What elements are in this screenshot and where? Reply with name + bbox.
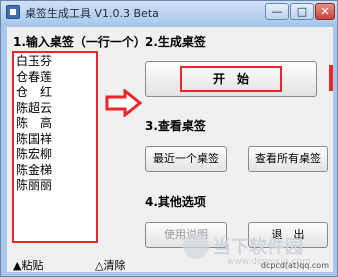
clear-link[interactable]: △清除 <box>95 257 125 273</box>
client-area: 1.输入桌签（一行一个） 白玉芬 仓春莲 仓 红 陈超云 陈 高 陈国祥 陈宏柳… <box>7 27 333 272</box>
title-bar[interactable]: 桌签生成工具 V1.0.3 Beta — □ ✕ <box>1 1 337 23</box>
paste-link[interactable]: ▲粘贴 <box>13 257 43 273</box>
highlight-marker <box>329 65 333 91</box>
name-line: 陈超云 <box>16 100 53 115</box>
name-line: 仓 红 <box>16 85 53 99</box>
red-arrow-icon <box>105 89 143 117</box>
author-email: dcpcd(at)qq.com <box>260 261 329 270</box>
input-section-label: 1.输入桌签（一行一个） <box>13 35 146 49</box>
maximize-button[interactable]: □ <box>290 3 314 20</box>
name-line: 陈国祥 <box>16 131 53 146</box>
name-line: 白玉芬 <box>16 54 53 68</box>
name-line: 陈金梯 <box>16 162 53 177</box>
name-line: 陈 高 <box>16 116 53 130</box>
names-input[interactable]: 白玉芬 仓春莲 仓 红 陈超云 陈 高 陈国祥 陈宏柳 陈金梯 陈丽丽 <box>12 51 98 243</box>
view-section-label: 3.查看桌签 <box>145 119 206 133</box>
close-button[interactable]: ✕ <box>315 3 335 20</box>
last-label-button[interactable]: 最近一个桌签 <box>145 146 227 172</box>
name-line: 仓春莲 <box>16 69 53 84</box>
minimize-button[interactable]: — <box>265 3 289 20</box>
watermark-logo <box>183 233 209 259</box>
window-title: 桌签生成工具 V1.0.3 Beta <box>25 7 159 20</box>
watermark-name: 当下软件园 <box>213 237 303 258</box>
generate-section-label: 2.生成桌签 <box>145 35 206 49</box>
app-window: 桌签生成工具 V1.0.3 Beta — □ ✕ 1.输入桌签（一行一个） 白玉… <box>0 0 338 277</box>
app-icon <box>6 5 20 19</box>
other-section-label: 4.其他选项 <box>145 195 206 209</box>
start-button[interactable]: 开 始 <box>145 61 317 97</box>
start-button-label: 开 始 <box>180 66 282 92</box>
name-line: 陈丽丽 <box>16 178 53 192</box>
view-all-button[interactable]: 查看所有桌签 <box>248 146 328 172</box>
name-line: 陈宏柳 <box>16 147 53 161</box>
